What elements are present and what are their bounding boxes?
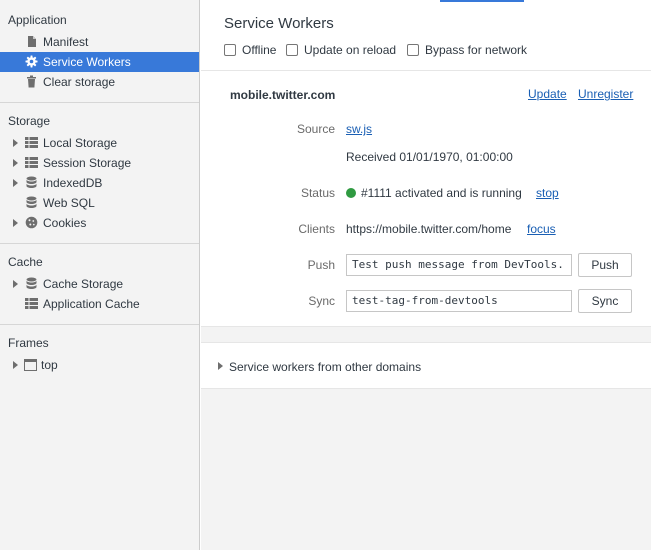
client-url: https://mobile.twitter.com/home [346,222,512,236]
grid-icon [25,298,38,309]
cookie-icon [25,216,38,229]
sidebar-item-frame-top[interactable]: top [0,355,199,375]
push-message-input[interactable]: Test push message from DevTools. [346,254,572,276]
sidebar-item-web-sql[interactable]: Web SQL [0,193,199,213]
sidebar-item-cache-storage[interactable]: Cache Storage [0,274,199,294]
checkbox-box[interactable] [286,44,298,56]
expand-arrow-icon[interactable] [218,362,223,370]
other-domains-toggle[interactable]: Service workers from other domains [201,343,651,389]
expand-arrow-icon[interactable] [13,159,18,167]
section-title-application: Application [8,13,67,27]
sidebar-item-cookies[interactable]: Cookies [0,213,199,233]
sidebar-item-manifest[interactable]: Manifest [0,32,199,52]
page-title: Service Workers [224,15,334,32]
sidebar-divider [0,102,199,103]
status-running-icon [346,188,356,198]
document-icon [28,36,36,47]
checkbox-box[interactable] [407,44,419,56]
checkbox-box[interactable] [224,44,236,56]
section-title-cache: Cache [8,255,43,269]
clients-label: Clients [298,222,335,236]
sidebar-item-session-storage[interactable]: Session Storage [0,153,199,173]
expand-arrow-icon[interactable] [13,280,18,288]
database-icon [26,196,37,208]
sidebar-divider [0,243,199,244]
sidebar-item-clear-storage[interactable]: Clear storage [0,72,199,92]
sync-tag-input[interactable]: test-tag-from-devtools [346,290,572,312]
sidebar-item-service-workers[interactable]: Service Workers [0,52,199,72]
empty-area [201,389,651,550]
source-link[interactable]: sw.js [346,122,372,136]
status-label: Status [300,186,335,200]
sidebar-divider [0,324,199,325]
sync-label: Sync [308,294,335,308]
database-icon [26,176,37,188]
expand-arrow-icon[interactable] [13,139,18,147]
sidebar-item-local-storage[interactable]: Local Storage [0,133,199,153]
active-tab-indicator [440,0,524,2]
section-separator [201,326,651,343]
worker-origin: mobile.twitter.com [230,88,336,102]
update-link[interactable]: Update [528,87,567,101]
push-button[interactable]: Push [578,253,632,277]
trash-icon [27,75,36,88]
gear-icon [25,55,38,68]
grid-icon [25,157,38,168]
window-icon [24,359,37,371]
unregister-link[interactable]: Unregister [578,87,633,101]
push-label: Push [307,258,335,272]
status-text: #1111 activated and is running [361,186,522,200]
focus-link[interactable]: focus [527,222,556,236]
status-value: #1111 activated and is running [346,186,522,200]
expand-arrow-icon[interactable] [13,219,18,227]
sync-button[interactable]: Sync [578,289,632,313]
service-worker-entry: mobile.twitter.com Update Unregister Sou… [201,70,651,326]
grid-icon [25,137,38,148]
sidebar: Application Manifest Service Workers Cle… [0,0,200,550]
expand-arrow-icon[interactable] [13,179,18,187]
database-icon [26,277,37,289]
section-title-frames: Frames [8,336,49,350]
stop-link[interactable]: stop [536,186,559,200]
sidebar-item-indexeddb[interactable]: IndexedDB [0,173,199,193]
service-workers-panel: Service Workers Offline Update on reload… [201,0,651,550]
received-timestamp: Received 01/01/1970, 01:00:00 [346,150,513,164]
sidebar-item-application-cache[interactable]: Application Cache [0,294,199,314]
section-title-storage: Storage [8,114,51,128]
expand-arrow-icon[interactable] [13,361,18,369]
source-label: Source [296,122,335,136]
